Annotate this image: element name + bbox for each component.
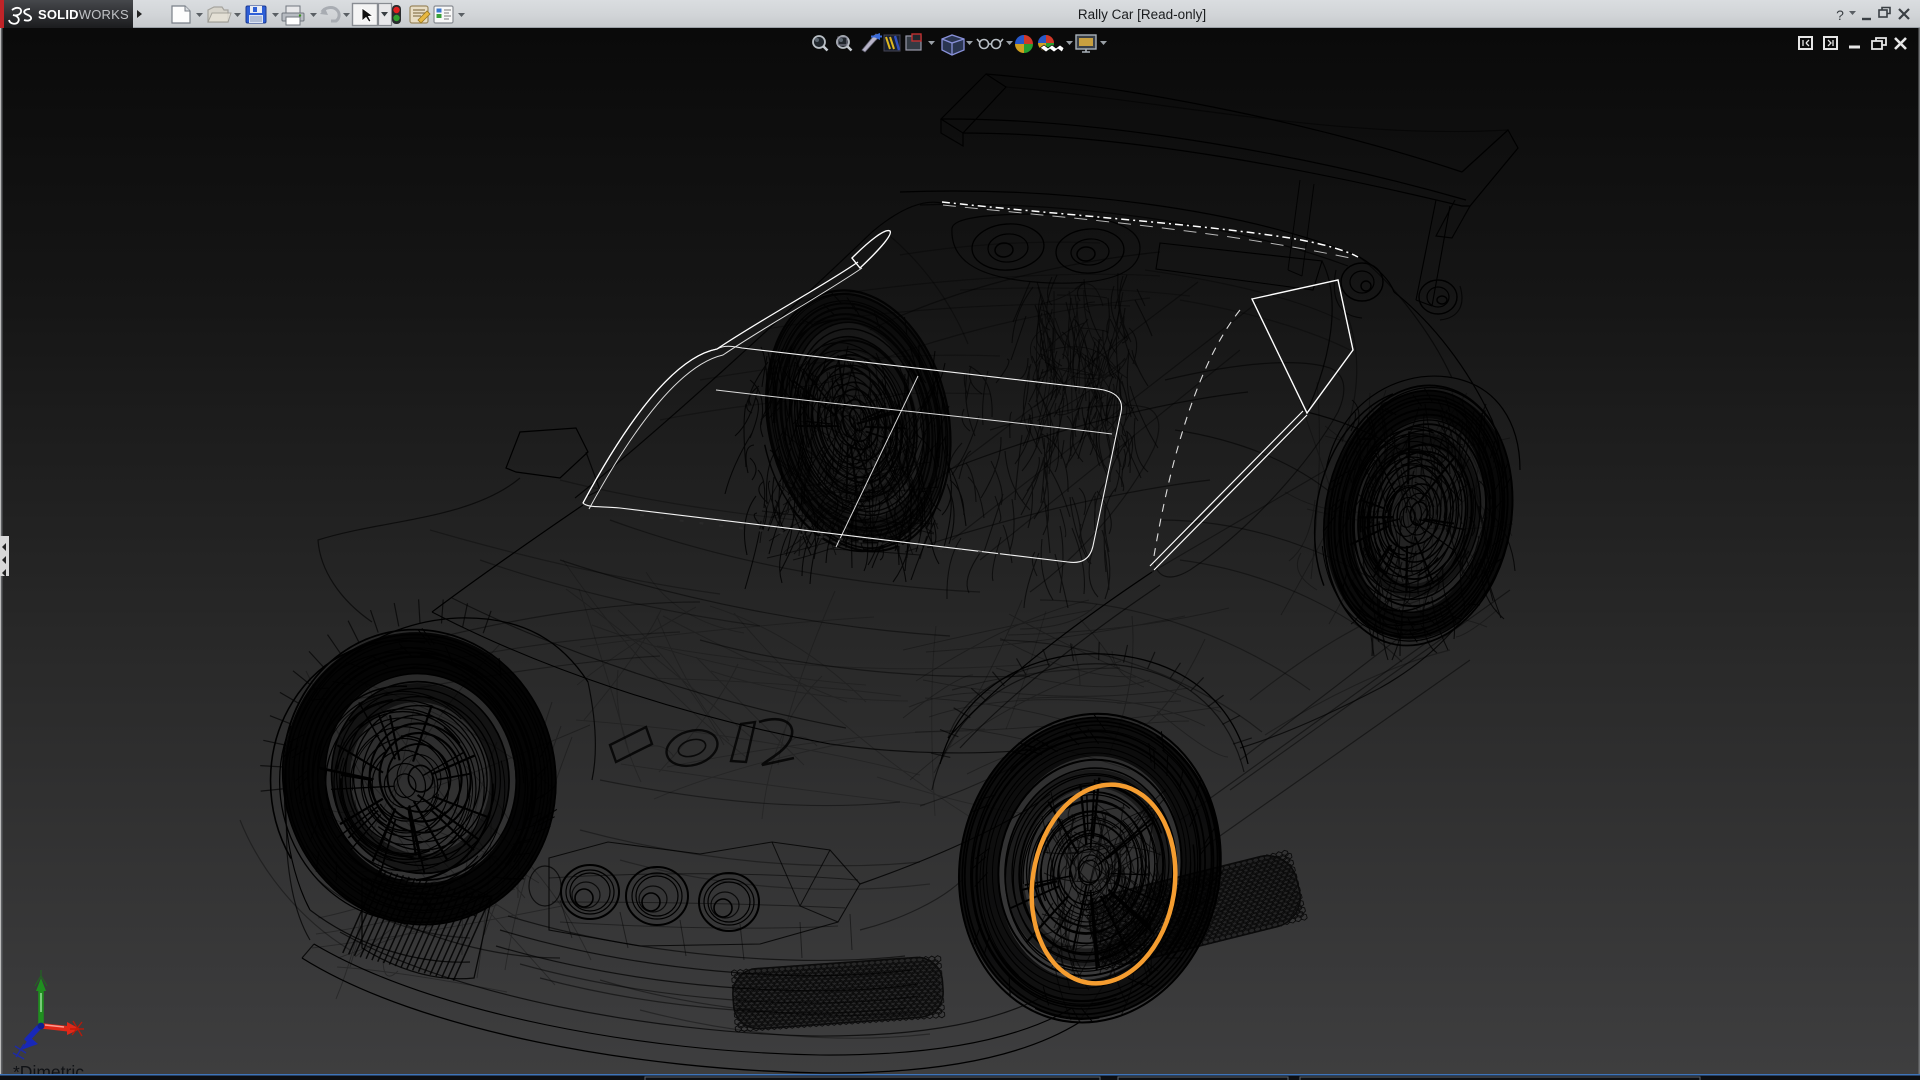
svg-text:Rally Car [Read-only]: Rally Car [Read-only] bbox=[1078, 7, 1206, 22]
svg-text:SOLIDWORKS: SOLIDWORKS bbox=[38, 7, 129, 22]
svg-text:?: ? bbox=[1836, 7, 1844, 23]
